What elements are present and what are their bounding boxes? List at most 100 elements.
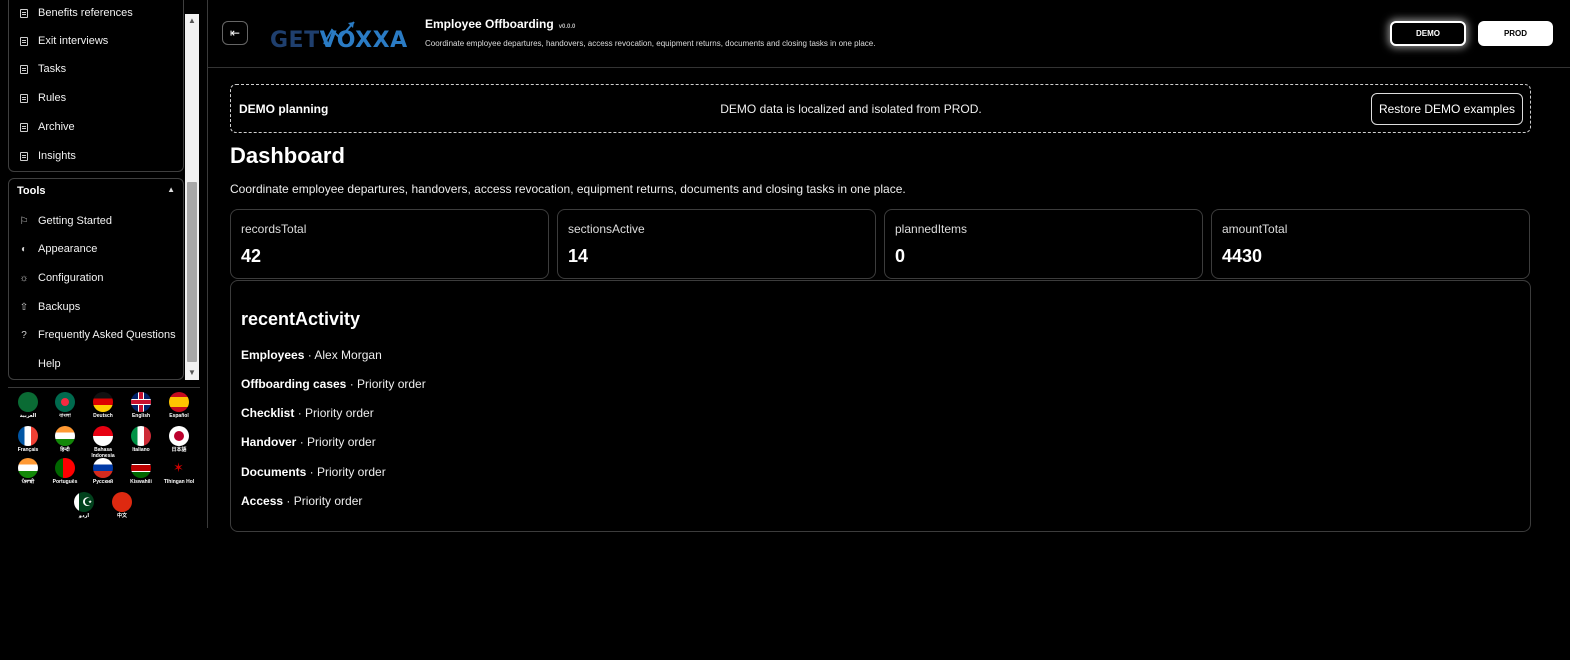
language-pa[interactable]: ਪੰਜਾਬੀ bbox=[12, 458, 44, 485]
activity-row[interactable]: Offboarding cases · Priority order bbox=[241, 377, 426, 391]
sidebar-item-benefits-references[interactable]: Benefits references bbox=[19, 3, 133, 23]
sidebar-item-configuration[interactable]: ☼ Configuration bbox=[19, 268, 103, 288]
document-icon bbox=[19, 122, 29, 132]
restore-demo-button[interactable]: Restore DEMO examples bbox=[1371, 93, 1523, 125]
banner-message: DEMO data is localized and isolated from… bbox=[720, 102, 982, 116]
language-fr[interactable]: Français bbox=[12, 426, 44, 453]
pakistan-flag-icon: ☪ bbox=[74, 492, 94, 512]
sidebar-scrollbar[interactable]: ▲ ▼ bbox=[185, 14, 199, 380]
app-header: ⇤ GETVOXXA Employee Offboarding v0.0.0 Co… bbox=[208, 0, 1570, 68]
document-icon bbox=[19, 151, 29, 161]
stat-card-planned-items: plannedItems 0 bbox=[884, 209, 1203, 279]
recent-activity-title: recentActivity bbox=[241, 309, 361, 329]
klingon-flag-icon: ✶ bbox=[169, 458, 189, 478]
document-icon bbox=[19, 93, 29, 103]
bangladesh-flag-icon bbox=[55, 392, 75, 412]
scroll-down-icon[interactable]: ▼ bbox=[187, 367, 197, 379]
tools-title[interactable]: Tools bbox=[17, 185, 46, 197]
language-bn[interactable]: বাংলা bbox=[49, 392, 81, 419]
language-ar[interactable]: العربية bbox=[12, 392, 44, 419]
germany-flag-icon bbox=[93, 392, 113, 412]
question-icon: ? bbox=[21, 329, 27, 341]
france-flag-icon bbox=[18, 426, 38, 446]
spain-flag-icon bbox=[169, 392, 189, 412]
stat-label: recordsTotal bbox=[241, 222, 307, 236]
sidebar-item-archive[interactable]: Archive bbox=[19, 117, 75, 137]
palette-icon: ◐ bbox=[20, 243, 28, 255]
activity-row[interactable]: Access · Priority order bbox=[241, 494, 362, 508]
chevron-up-icon[interactable]: ▲ bbox=[167, 185, 175, 194]
tools-section: Tools ▲ ⚐ Getting Started ◐ Appearance ☼… bbox=[8, 178, 184, 380]
sidebar-toggle-button[interactable]: ⇤ bbox=[222, 21, 248, 45]
env-demo-button[interactable]: DEMO bbox=[1390, 21, 1466, 46]
app-logo: GETVOXXA bbox=[268, 18, 410, 58]
stat-card-records-total: recordsTotal 42 bbox=[230, 209, 549, 279]
app-title: Employee Offboarding v0.0.0 bbox=[425, 17, 576, 31]
sidebar-item-label: Exit interviews bbox=[38, 35, 109, 47]
stat-label: amountTotal bbox=[1222, 222, 1288, 236]
language-hi[interactable]: हिन्दी bbox=[49, 426, 81, 453]
kenya-flag-icon bbox=[131, 458, 151, 478]
language-zh[interactable]: 中文 bbox=[106, 492, 138, 519]
env-prod-button[interactable]: PROD bbox=[1478, 21, 1553, 46]
sidebar-item-label: Frequently Asked Questions bbox=[38, 329, 176, 341]
sidebar-item-rules[interactable]: Rules bbox=[19, 88, 66, 108]
uk-flag-icon bbox=[131, 392, 151, 412]
sidebar-item-label: Rules bbox=[38, 92, 67, 104]
sidebar-item-label: Backups bbox=[38, 301, 81, 313]
sidebar-item-backups[interactable]: ⇧ Backups bbox=[19, 297, 80, 317]
page-description: Coordinate employee departures, handover… bbox=[230, 182, 906, 196]
sidebar-item-label: Configuration bbox=[38, 272, 104, 284]
portugal-flag-icon bbox=[55, 458, 75, 478]
language-es[interactable]: Español bbox=[163, 392, 195, 419]
sidebar-item-label: Benefits references bbox=[38, 7, 133, 19]
stat-value: 42 bbox=[241, 246, 262, 266]
document-icon bbox=[19, 8, 29, 18]
language-ur[interactable]: ☪ اردو bbox=[68, 492, 100, 519]
stat-value: 4430 bbox=[1222, 246, 1263, 266]
sidebar-item-tasks[interactable]: Tasks bbox=[19, 59, 66, 79]
sidebar-item-label: Tasks bbox=[38, 63, 67, 75]
activity-row[interactable]: Handover · Priority order bbox=[241, 435, 376, 449]
stat-label: plannedItems bbox=[895, 222, 968, 236]
activity-row[interactable]: Checklist · Priority order bbox=[241, 406, 374, 420]
activity-row[interactable]: Employees · Alex Morgan bbox=[241, 348, 382, 362]
saudi-flag-icon bbox=[18, 392, 38, 412]
sidebar-item-label: Getting Started bbox=[38, 215, 112, 227]
language-pt[interactable]: Português bbox=[49, 458, 81, 485]
sidebar-item-faq[interactable]: ? Frequently Asked Questions bbox=[19, 325, 176, 345]
india-flag-icon bbox=[18, 458, 38, 478]
stat-card-amount-total: amountTotal 4430 bbox=[1211, 209, 1530, 279]
sidebar-item-exit-interviews[interactable]: Exit interviews bbox=[19, 31, 108, 51]
language-ru[interactable]: Русский bbox=[87, 458, 119, 485]
scrollbar-thumb[interactable] bbox=[187, 182, 197, 362]
divider bbox=[8, 387, 200, 388]
japan-flag-icon bbox=[169, 426, 189, 446]
stat-label: sectionsActive bbox=[568, 222, 645, 236]
recent-activity-panel: recentActivity Employees · Alex Morgan O… bbox=[230, 280, 1531, 532]
sidebar-item-help[interactable]: Help bbox=[19, 354, 61, 374]
language-de[interactable]: Deutsch bbox=[87, 392, 119, 419]
gear-icon: ☼ bbox=[19, 272, 29, 284]
language-id[interactable]: Bahasa Indonesia bbox=[87, 426, 119, 459]
sidebar-item-label: Archive bbox=[38, 121, 75, 133]
sidebar-item-getting-started[interactable]: ⚐ Getting Started bbox=[19, 211, 112, 231]
language-it[interactable]: Italiano bbox=[125, 426, 157, 453]
sidebar-item-insights[interactable]: Insights bbox=[19, 146, 76, 166]
activity-row[interactable]: Documents · Priority order bbox=[241, 465, 386, 479]
stat-value: 0 bbox=[895, 246, 906, 266]
sidebar: Benefits references Exit interviews Task… bbox=[0, 0, 208, 528]
language-sw[interactable]: Kiswahili bbox=[125, 458, 157, 485]
language-tlh[interactable]: ✶ Tlhingan Hol bbox=[163, 458, 195, 485]
sidebar-item-appearance[interactable]: ◐ Appearance bbox=[19, 239, 97, 259]
stat-card-sections-active: sectionsActive 14 bbox=[557, 209, 876, 279]
upload-icon: ⇧ bbox=[19, 301, 29, 313]
india-flag-icon bbox=[55, 426, 75, 446]
sidebar-nav: Benefits references Exit interviews Task… bbox=[8, 0, 184, 172]
sidebar-item-label: Appearance bbox=[38, 243, 98, 255]
language-ja[interactable]: 日本語 bbox=[163, 426, 195, 453]
page-title: Dashboard bbox=[230, 143, 345, 168]
menu-collapse-icon: ⇤ bbox=[229, 26, 241, 40]
scroll-up-icon[interactable]: ▲ bbox=[187, 15, 197, 27]
language-en[interactable]: English bbox=[125, 392, 157, 419]
